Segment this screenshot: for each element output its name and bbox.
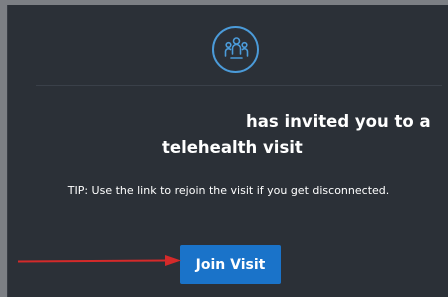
invitation-heading-line1: has invited you to a bbox=[246, 112, 431, 131]
invitation-card: has invited you to a telehealth visit TI… bbox=[7, 5, 448, 297]
group-people-icon bbox=[212, 26, 259, 73]
header-divider bbox=[36, 85, 442, 86]
screenshot-frame: has invited you to a telehealth visit TI… bbox=[0, 0, 448, 297]
invitation-heading-line2: telehealth visit bbox=[162, 138, 303, 157]
red-arrow-icon bbox=[18, 255, 181, 266]
join-visit-button[interactable]: Join Visit bbox=[180, 245, 281, 284]
rejoin-tip: TIP: Use the link to rejoin the visit if… bbox=[67, 184, 390, 197]
